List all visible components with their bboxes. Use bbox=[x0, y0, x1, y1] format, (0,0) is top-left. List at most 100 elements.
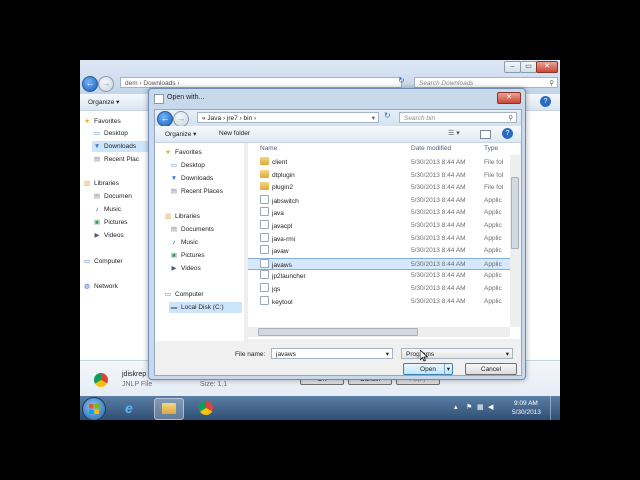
explorer-nav-item-music[interactable]: ♪ Music bbox=[92, 204, 148, 215]
file-row-jp2launcher[interactable]: jp2launcher 5/30/2013 8:44 AM Applic bbox=[248, 270, 510, 283]
dialog-address-bar[interactable]: « Java › jre7 › bin › ▾ bbox=[197, 112, 379, 123]
mouse-pointer-icon bbox=[420, 350, 428, 362]
dialog-close-button[interactable]: ✕ bbox=[497, 92, 521, 104]
dialog-refresh-icon[interactable]: ↻ bbox=[384, 111, 391, 120]
file-row-java-rmi[interactable]: java-rmi 5/30/2013 8:44 AM Applic bbox=[248, 232, 510, 246]
application-icon bbox=[260, 207, 269, 217]
documents-icon: ▤ bbox=[170, 226, 178, 233]
organize-button[interactable]: Organize ▾ bbox=[88, 98, 119, 106]
file-row-keytool[interactable]: keytool 5/30/2013 8:44 AM Applic bbox=[248, 295, 510, 309]
explorer-nav-item-network[interactable]: ◍ Network bbox=[82, 281, 148, 292]
recent-places-icon: ▤ bbox=[93, 156, 101, 163]
dialog-nav-item-recent-places[interactable]: ▤ Recent Places bbox=[169, 186, 242, 197]
filter-dropdown-icon[interactable]: ▾ bbox=[506, 349, 509, 360]
file-name-text: jabswitch bbox=[272, 197, 299, 205]
file-name-text: java-rmi bbox=[272, 235, 296, 243]
column-header-date-modified[interactable]: Date modified bbox=[411, 143, 451, 155]
application-icon bbox=[260, 270, 269, 280]
file-row-dtplugin[interactable]: dtplugin 5/30/2013 8:44 AM File fol bbox=[248, 169, 510, 183]
tray-show-hidden-icon[interactable]: ▴ bbox=[454, 403, 458, 411]
dialog-nav-item-local-disk-c[interactable]: ▬ Local Disk (C:) bbox=[169, 302, 242, 313]
file-row-client[interactable]: client 5/30/2013 8:44 AM File fol bbox=[248, 157, 510, 170]
file-row-plugin2[interactable]: plugin2 5/30/2013 8:44 AM File fol bbox=[248, 182, 510, 195]
start-button[interactable] bbox=[82, 397, 106, 420]
file-name-dropdown-icon[interactable]: ▾ bbox=[386, 349, 389, 360]
tray-volume-icon[interactable]: ◀ bbox=[488, 403, 493, 411]
tray-clock-date[interactable]: 5/30/2013 bbox=[512, 409, 541, 416]
dialog-body: ← → « Java › jre7 › bin › ▾ ↻ Search bin… bbox=[154, 109, 522, 376]
show-desktop-button[interactable] bbox=[550, 396, 560, 420]
chrome-taskbar-button[interactable] bbox=[192, 398, 220, 418]
dialog-nav-item-videos[interactable]: ▶ Videos bbox=[169, 263, 242, 274]
file-list-vertical-scrollbar[interactable] bbox=[510, 155, 520, 327]
explorer-nav-item-computer[interactable]: ▭ Computer bbox=[82, 256, 148, 267]
dialog-organize-button[interactable]: Organize ▾ bbox=[165, 130, 196, 138]
dialog-search-input[interactable]: Search bin ⚲ bbox=[399, 112, 517, 123]
dialog-back-icon[interactable]: ← bbox=[157, 111, 173, 127]
dialog-cancel-button[interactable]: Cancel bbox=[465, 363, 517, 375]
tray-network-icon[interactable]: ▦ bbox=[477, 403, 484, 411]
explorer-nav-item-favorites[interactable]: ★ Favorites bbox=[82, 116, 148, 127]
horizontal-scroll-thumb[interactable] bbox=[258, 328, 418, 336]
column-header-name[interactable]: Name bbox=[260, 143, 277, 155]
explorer-nav-item-pictures[interactable]: ▣ Pictures bbox=[92, 217, 148, 228]
dialog-nav-item-documents[interactable]: ▤ Documents bbox=[169, 224, 242, 235]
refresh-icon[interactable]: ↻ bbox=[398, 76, 405, 85]
explorer-nav-item-desktop[interactable]: ▭ Desktop bbox=[92, 128, 148, 139]
nav-item-label: Favorites bbox=[175, 149, 202, 156]
dialog-nav-item-music[interactable]: ♪ Music bbox=[169, 237, 242, 248]
downloads-icon: ▼ bbox=[93, 143, 101, 150]
detail-file-type: JNLP File bbox=[122, 381, 153, 388]
file-type-cell: Applic bbox=[484, 272, 502, 280]
explorer-nav-item-documen[interactable]: ▤ Documen bbox=[92, 191, 148, 202]
minimize-button[interactable]: – bbox=[504, 61, 521, 73]
new-folder-button[interactable]: New folder bbox=[219, 130, 250, 137]
explorer-nav-item-libraries[interactable]: ▥ Libraries bbox=[82, 178, 148, 189]
file-name-input[interactable]: javaws ▾ bbox=[271, 348, 393, 359]
dialog-nav-item-computer[interactable]: ▭ Computer bbox=[163, 289, 242, 300]
explorer-nav-item-recent-plac[interactable]: ▤ Recent Plac bbox=[92, 154, 148, 165]
file-row-javaws[interactable]: javaws 5/30/2013 8:44 AM Applic bbox=[248, 257, 510, 271]
search-input[interactable]: Search Downloads ⚲ bbox=[414, 77, 558, 88]
dialog-nav-item-favorites[interactable]: ★ Favorites bbox=[163, 147, 242, 158]
file-row-jqs[interactable]: jqs 5/30/2013 8:44 AM Applic bbox=[248, 283, 510, 296]
application-icon bbox=[260, 220, 269, 229]
file-type-filter-select[interactable]: Programs ▾ bbox=[401, 348, 513, 359]
vertical-scroll-thumb[interactable] bbox=[511, 177, 519, 249]
file-type-cell: File fol bbox=[484, 171, 504, 179]
open-split-dropdown-icon[interactable]: ▾ bbox=[443, 364, 450, 376]
preview-pane-icon[interactable] bbox=[480, 130, 491, 139]
open-button[interactable]: Open ▾ bbox=[403, 363, 453, 376]
column-header-type[interactable]: Type bbox=[484, 143, 498, 155]
file-row-javacpl[interactable]: javacpl 5/30/2013 8:44 AM Applic bbox=[248, 220, 510, 233]
file-name-label: File name: bbox=[235, 351, 266, 358]
file-row-java[interactable]: java 5/30/2013 8:44 AM Applic bbox=[248, 207, 510, 220]
address-dropdown-icon[interactable]: ▾ bbox=[372, 113, 375, 124]
maximize-button[interactable]: ▭ bbox=[520, 61, 537, 73]
back-icon[interactable]: ← bbox=[82, 76, 98, 92]
dialog-nav-item-libraries[interactable]: ▥ Libraries bbox=[163, 211, 242, 222]
forward-icon[interactable]: → bbox=[98, 76, 114, 92]
address-bar[interactable]: dem › Downloads › bbox=[120, 77, 402, 88]
dialog-nav-item-desktop[interactable]: ▭ Desktop bbox=[169, 160, 242, 171]
dialog-nav-item-pictures[interactable]: ▣ Pictures bbox=[169, 250, 242, 261]
dialog-help-icon[interactable]: ? bbox=[502, 128, 513, 139]
dialog-search-placeholder: Search bin bbox=[404, 115, 436, 122]
explorer-nav-item-downloads[interactable]: ▼ Downloads bbox=[92, 141, 148, 152]
help-icon[interactable]: ? bbox=[540, 96, 551, 107]
dialog-forward-icon[interactable]: → bbox=[173, 111, 189, 127]
internet-explorer-taskbar-button[interactable]: e bbox=[118, 398, 146, 418]
view-options-icon[interactable]: ☰ ▾ bbox=[448, 129, 460, 137]
explorer-nav-item-videos[interactable]: ▶ Videos bbox=[92, 230, 148, 241]
tray-flag-icon[interactable]: ⚑ bbox=[466, 403, 472, 411]
windows-explorer-taskbar-button[interactable] bbox=[154, 398, 184, 420]
tray-clock-time[interactable]: 9:09 AM bbox=[514, 400, 538, 407]
file-row-jabswitch[interactable]: jabswitch 5/30/2013 8:44 AM Applic bbox=[248, 194, 510, 208]
file-type-cell: Applic bbox=[484, 247, 502, 255]
dialog-nav-item-downloads[interactable]: ▼ Downloads bbox=[169, 173, 242, 184]
file-row-javaw[interactable]: javaw 5/30/2013 8:44 AM Applic bbox=[248, 245, 510, 258]
file-name-text: dtplugin bbox=[272, 171, 295, 179]
close-button[interactable]: ✕ bbox=[536, 61, 558, 73]
music-icon: ♪ bbox=[172, 239, 176, 246]
file-list-horizontal-scrollbar[interactable] bbox=[248, 327, 510, 337]
